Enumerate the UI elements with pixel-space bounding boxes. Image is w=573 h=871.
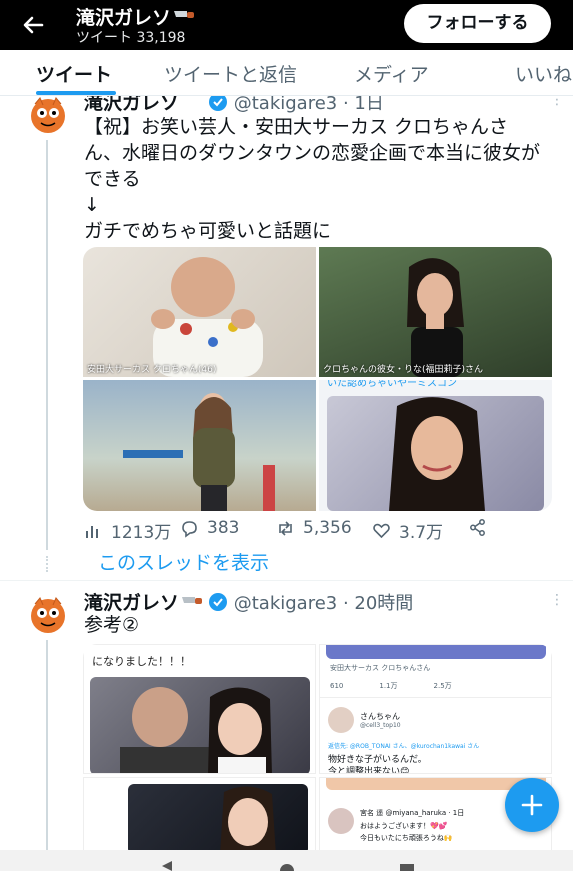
person-illustration (389, 397, 485, 511)
person-illustration (407, 258, 464, 377)
author-name[interactable]: 滝沢ガレソ (84, 588, 203, 615)
back-arrow-icon[interactable] (18, 10, 48, 40)
reply-button[interactable]: 383 (180, 518, 239, 538)
embedded-tweet-text: になりました！！！ (92, 655, 191, 668)
embedded-text: おはようございます！💖💕 (360, 822, 448, 830)
handle-time-text: @takigare3 · 1日 (233, 93, 384, 114)
tweet-text: 参考② (84, 614, 140, 636)
person-illustration (151, 257, 263, 377)
avatar[interactable] (26, 592, 70, 636)
knife-emoji-icon (182, 597, 203, 604)
profile-header: 滝沢ガレソ ツイート 33,198 フォローする (0, 0, 573, 50)
knife-emoji-icon (174, 11, 195, 18)
more-options-icon[interactable]: ⋮ (550, 592, 564, 608)
like-button[interactable]: 3.7万 (372, 518, 443, 543)
views-icon (86, 526, 98, 538)
embedded-text: 今日もいたにち頑張ろうね🙌 (360, 834, 453, 842)
divider (0, 580, 573, 581)
likes-count: 3.7万 (399, 523, 444, 543)
share-button[interactable] (468, 518, 487, 537)
media-caption: 安田大サーカス クロちゃん(46) (87, 365, 217, 375)
media-photo-2[interactable]: クロちゃんの彼女・りな(福田莉子)さん (319, 247, 552, 377)
embedded-header: 安田大サーカス クロちゃんさん (330, 664, 431, 672)
tweet-line: できる (84, 168, 141, 190)
embedded-retweets: 1.1万 (379, 682, 398, 690)
thread-line (46, 640, 48, 850)
person-illustration (123, 393, 275, 511)
media-caption: いた認めちゃいやーミスコン (327, 380, 457, 389)
media-photo-3[interactable] (83, 380, 316, 511)
tab-tweets-and-replies[interactable]: ツイートと返信 (164, 60, 297, 87)
views-button[interactable]: 1213万 (84, 518, 171, 543)
show-thread-link[interactable]: このスレッドを表示 (98, 548, 269, 575)
media-photo-1[interactable]: になりました！！！ (83, 644, 316, 774)
compose-tweet-button[interactable] (505, 778, 559, 832)
media-photo-3[interactable] (83, 777, 316, 854)
plus-icon (521, 794, 543, 816)
divider (320, 697, 551, 698)
retweet-icon (279, 520, 292, 536)
author-handle: @takigare3 · 20時間 (208, 589, 413, 615)
tweet-media-grid[interactable]: になりました！！！ 安田大サーカス クロちゃんさん 610 1.1万 2.5万 さん… (83, 644, 552, 854)
photo-frame (128, 784, 308, 853)
author-name-text: 滝沢ガレソ (84, 592, 180, 614)
person-illustration (220, 786, 276, 853)
handle-time-text: @takigare3 · 20時間 (233, 593, 414, 614)
embedded-text: 今と調整出来ない😊 (328, 767, 410, 774)
reply-icon (182, 520, 197, 538)
thread-dots (46, 556, 48, 572)
verified-badge-icon (209, 593, 227, 611)
media-caption: クロちゃんの彼女・りな(福田莉子)さん (323, 365, 484, 375)
media-photo-4[interactable]: いた認めちゃいやーミスコン (319, 380, 552, 511)
embedded-image-strip (326, 645, 546, 659)
tab-tweets[interactable]: ツイート (36, 60, 112, 87)
tweet-line: ↓ (84, 194, 100, 216)
embedded-reply-to: 返信先: @ROB_TONAI さん、@kurochan1kawai さん (328, 743, 480, 750)
profile-name: 滝沢ガレソ (76, 7, 172, 29)
nav-back-icon[interactable] (162, 861, 172, 871)
tab-likes[interactable]: いいね (515, 60, 572, 87)
profile-page: 滝沢ガレソ ツイート 33,198 フォローする ツイート ツイートと返信 メデ… (0, 0, 573, 871)
tweet-line: 【祝】お笑い芸人・安田大サーカス クロちゃんさ (84, 116, 509, 138)
nav-home-icon[interactable] (280, 864, 294, 871)
nav-recents-icon[interactable] (400, 864, 414, 871)
embedded-replies: 610 (330, 682, 344, 690)
navbar-buttons (162, 861, 414, 871)
people-illustration (120, 687, 272, 773)
system-navigation-bar (0, 850, 573, 871)
tweet-actions: 1213万 383 5,356 3.7万 (84, 518, 504, 544)
share-icon (470, 519, 485, 536)
embedded-user: 宮名 遥 @miyana_haruka · 1日 (360, 809, 465, 817)
active-tab-indicator (36, 91, 116, 95)
follow-button[interactable]: フォローする (404, 4, 551, 43)
profile-tabs: ツイート ツイートと返信 メディア いいね (0, 50, 573, 96)
thread-line (46, 140, 48, 550)
tweet-line: ガチでめちゃ可愛いと話題に (84, 220, 332, 242)
embedded-avatar (328, 707, 354, 733)
replies-count: 383 (207, 518, 240, 538)
tweet-line: ん、水曜日のダウンタウンの恋愛企画で本当に彼女が (84, 142, 541, 164)
views-count: 1213万 (111, 523, 172, 543)
media-photo-2[interactable]: 安田大サーカス クロちゃんさん 610 1.1万 2.5万 さんちゃん @cell3… (319, 644, 552, 774)
embedded-handle: @cell3_top10 (360, 722, 401, 729)
photo-frame (327, 396, 544, 511)
profile-title: 滝沢ガレソ (76, 3, 195, 30)
photo-frame (90, 677, 310, 773)
tab-media[interactable]: メディア (354, 60, 429, 87)
retweets-count: 5,356 (303, 518, 352, 538)
tweet-media-grid[interactable]: 安田大サーカス クロちゃん(46) クロちゃんの彼女・りな(福田莉子)さん いた (83, 247, 552, 511)
heart-icon (373, 523, 390, 539)
tweet-count: ツイート 33,198 (76, 30, 186, 46)
embedded-likes: 2.5万 (433, 682, 452, 690)
embedded-stats: 610 1.1万 2.5万 (330, 681, 452, 691)
retweet-button[interactable]: 5,356 (276, 518, 352, 538)
avatar[interactable] (26, 92, 70, 136)
embedded-avatar (328, 808, 354, 834)
embedded-user: さんちゃん (360, 712, 400, 721)
tweet-text: 【祝】お笑い芸人・安田大サーカス クロちゃんさ ん、水曜日のダウンタウンの恋愛企… (84, 114, 540, 244)
media-photo-1[interactable]: 安田大サーカス クロちゃん(46) (83, 247, 316, 377)
